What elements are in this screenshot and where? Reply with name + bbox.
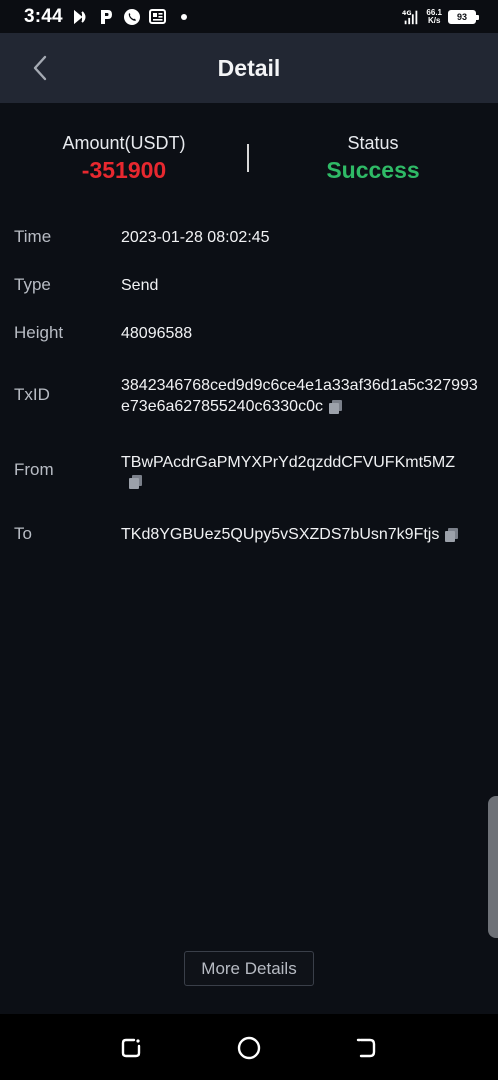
speaker-icon [71,8,89,26]
transaction-summary: Amount(USDT) -351900 Status Success [0,128,498,188]
p-app-icon [97,8,115,26]
battery-icon: 93 [448,9,479,24]
amount-block: Amount(USDT) -351900 [24,128,224,182]
txid-value-wrap: 3842346768ced9d9c6ce4e1a33af36d1a5c32799… [121,375,479,417]
app-header: Detail [0,33,498,103]
amount-label: Amount(USDT) [62,133,186,153]
height-label: Height [14,323,64,342]
to-label: To [14,524,32,543]
summary-divider [247,144,249,172]
status-time: 3:44 [24,5,63,27]
type-value: Send [121,277,159,294]
recent-apps-button[interactable] [117,1034,145,1062]
more-details-button[interactable]: More Details [184,951,314,986]
status-right: 4G 66.1 K/s 93 [402,8,479,26]
dot-icon [175,8,193,26]
type-label: Type [14,275,51,294]
status-bar: 3:44 4G 66.1 K/s 93 [0,0,498,33]
chevron-left-icon [33,55,47,81]
notification-icons [71,8,193,26]
txid-label: TxID [14,385,50,404]
home-icon [237,1036,261,1060]
signal-icon: 4G [402,8,420,26]
time-value: 2023-01-28 08:02:45 [121,229,270,246]
recent-apps-icon [121,1038,141,1058]
from-value[interactable]: TBwPAcdrGaPMYXPrYd2qzddCFVUFKmt5MZ [121,454,455,471]
page-title: Detail [217,54,281,81]
network-speed-unit: K/s [427,15,441,25]
battery-level: 93 [450,11,474,22]
news-icon [149,8,167,26]
status-label: Status [347,133,399,153]
to-value-wrap: TKd8YGBUez5QUpy5vSXZDS7bUsn7k9Ftjs [121,524,481,545]
copy-icon[interactable] [445,527,459,542]
copy-icon[interactable] [328,399,343,414]
status-value: Success [326,157,420,183]
time-label: Time [14,227,52,246]
network-speed: 66.1 K/s [426,8,442,25]
home-button[interactable] [235,1034,263,1062]
height-value: 48096588 [121,325,193,342]
copy-icon[interactable] [129,475,143,489]
to-value[interactable]: TKd8YGBUez5QUpy5vSXZDS7bUsn7k9Ftjs [121,526,439,543]
back-button[interactable] [22,50,58,86]
amount-value: -351900 [81,157,167,183]
back-nav-button[interactable] [352,1034,380,1062]
from-label: From [14,460,54,479]
whatsapp-icon [123,8,141,26]
network-type: 4G [402,10,412,17]
system-nav-bar [0,1014,498,1080]
status-block: Status Success [273,128,473,182]
from-value-wrap: TBwPAcdrGaPMYXPrYd2qzddCFVUFKmt5MZ [121,452,481,489]
nav-back-icon [356,1038,376,1058]
side-scroll-handle[interactable] [488,796,498,938]
txid-value[interactable]: 3842346768ced9d9c6ce4e1a33af36d1a5c32799… [121,377,478,415]
